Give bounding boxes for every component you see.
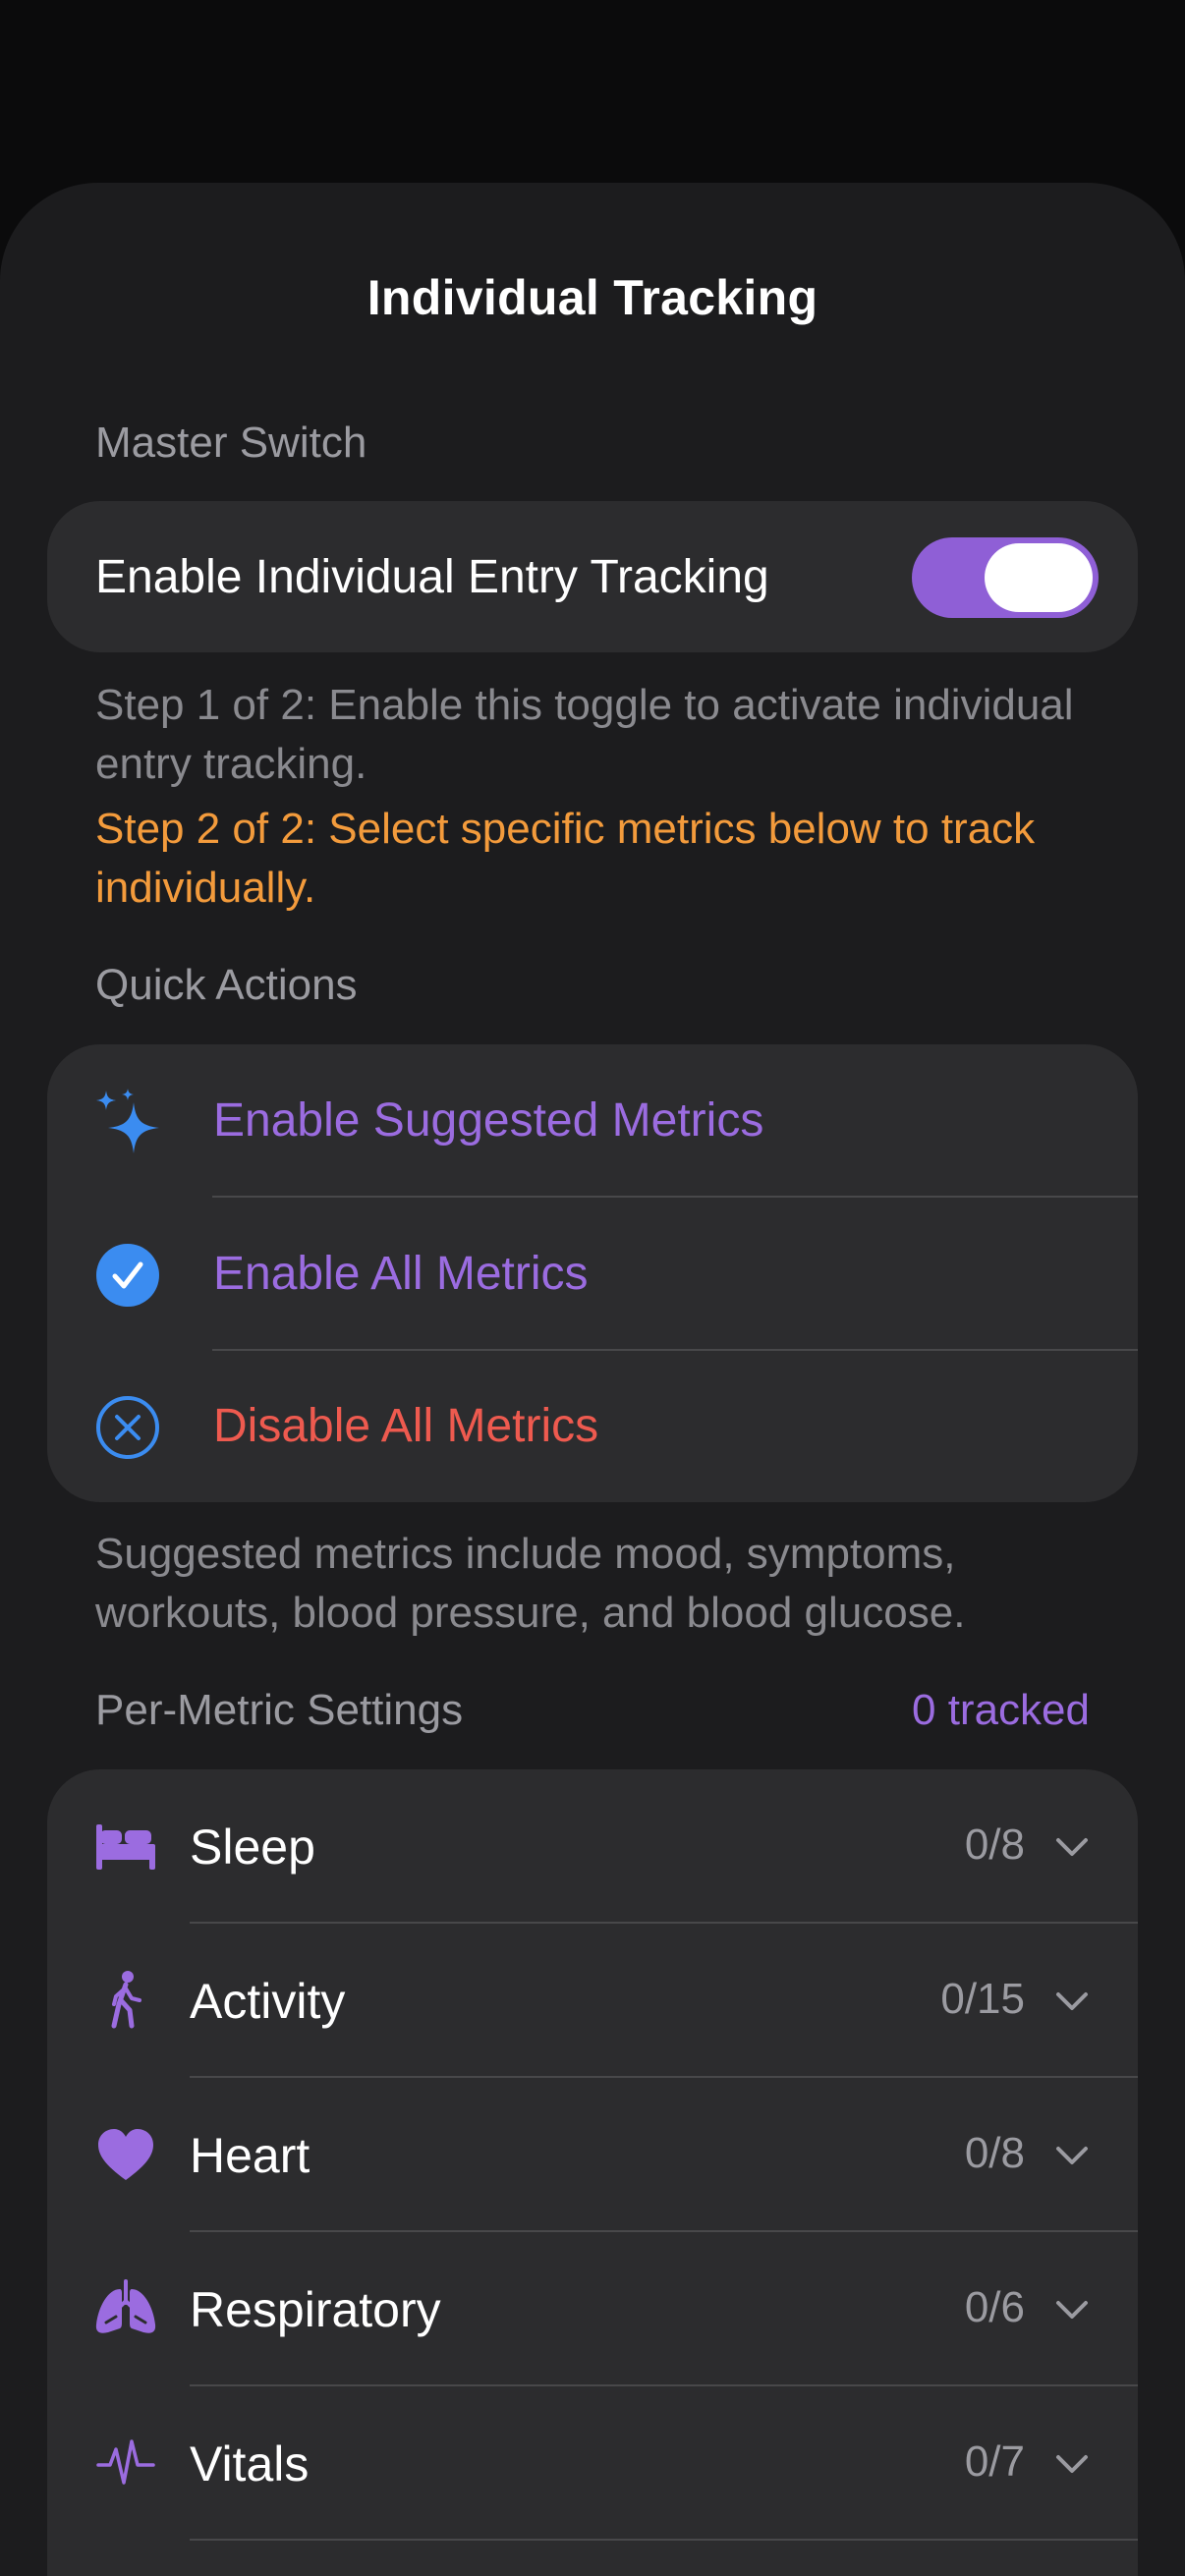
step-1-footnote: Step 1 of 2: Enable this toggle to activ… <box>95 681 1074 788</box>
metric-row-respiratory[interactable]: Respiratory 0/6 <box>47 2232 1138 2385</box>
metric-label-heart: Heart <box>190 2128 310 2183</box>
metric-label-sleep: Sleep <box>190 1820 315 1875</box>
tracked-count: 0 tracked <box>912 1686 1090 1734</box>
quick-actions-header: Quick Actions <box>95 961 358 1009</box>
metric-row-heart[interactable]: Heart 0/8 <box>47 2078 1138 2231</box>
master-switch-card: Enable Individual Entry Tracking <box>47 501 1138 652</box>
enable-suggested-metrics-button[interactable]: Enable Suggested Metrics <box>47 1044 1138 1197</box>
divider <box>190 2539 1138 2541</box>
metric-row-sleep[interactable]: Sleep 0/8 <box>47 1769 1138 1923</box>
per-metric-card: Sleep 0/8 Activity 0/15 Heart 0/8 Respir… <box>47 1769 1138 2576</box>
master-switch-header: Master Switch <box>95 419 367 467</box>
walking-figure-icon <box>111 1971 141 2029</box>
heart-icon <box>98 2129 153 2180</box>
disable-all-metrics-button[interactable]: Disable All Metrics <box>47 1350 1138 1502</box>
suggested-metrics-footnote: Suggested metrics include mood, symptoms… <box>95 1530 966 1637</box>
metric-count-activity: 0/15 <box>940 1975 1025 2023</box>
chevron-down-icon <box>1056 2301 1088 2319</box>
sheet-title: Individual Tracking <box>367 270 818 325</box>
waveform-icon <box>96 2439 155 2485</box>
bottom-sheet: Individual Tracking Master Switch Enable… <box>0 183 1185 2576</box>
metric-label-respiratory: Respiratory <box>190 2282 441 2337</box>
enable-all-metrics-label: Enable All Metrics <box>213 1248 589 1300</box>
disable-all-metrics-label: Disable All Metrics <box>213 1400 599 1452</box>
step-2-footnote: Step 2 of 2: Select specific metrics bel… <box>95 805 1036 912</box>
enable-all-metrics-button[interactable]: Enable All Metrics <box>47 1198 1138 1350</box>
chevron-down-icon <box>1056 1838 1088 1856</box>
lungs-icon <box>95 2279 156 2333</box>
chevron-down-icon <box>1056 2147 1088 2164</box>
xmark-circle-icon <box>96 1396 159 1459</box>
metric-count-respiratory: 0/6 <box>964 2283 1025 2331</box>
quick-actions-card: Enable Suggested Metrics Enable All Metr… <box>47 1044 1138 1502</box>
per-metric-settings-header: Per-Metric Settings <box>95 1686 464 1734</box>
enable-individual-tracking-label: Enable Individual Entry Tracking <box>95 551 769 603</box>
enable-individual-tracking-toggle[interactable] <box>912 537 1099 618</box>
bed-icon <box>96 1824 155 1870</box>
sparkles-icon <box>96 1089 159 1153</box>
enable-suggested-metrics-label: Enable Suggested Metrics <box>213 1094 764 1147</box>
metric-count-sleep: 0/8 <box>964 1820 1025 1869</box>
metric-row-vitals[interactable]: Vitals 0/7 <box>47 2386 1138 2540</box>
metric-label-vitals: Vitals <box>190 2436 310 2492</box>
toggle-knob <box>985 543 1093 612</box>
metric-label-activity: Activity <box>190 1974 346 2029</box>
metric-count-heart: 0/8 <box>964 2129 1025 2177</box>
chevron-down-icon <box>1056 1992 1088 2010</box>
metric-row-activity[interactable]: Activity 0/15 <box>47 1924 1138 2077</box>
checkmark-circle-fill-icon <box>96 1244 159 1307</box>
metric-count-vitals: 0/7 <box>964 2437 1025 2486</box>
chevron-down-icon <box>1056 2455 1088 2473</box>
